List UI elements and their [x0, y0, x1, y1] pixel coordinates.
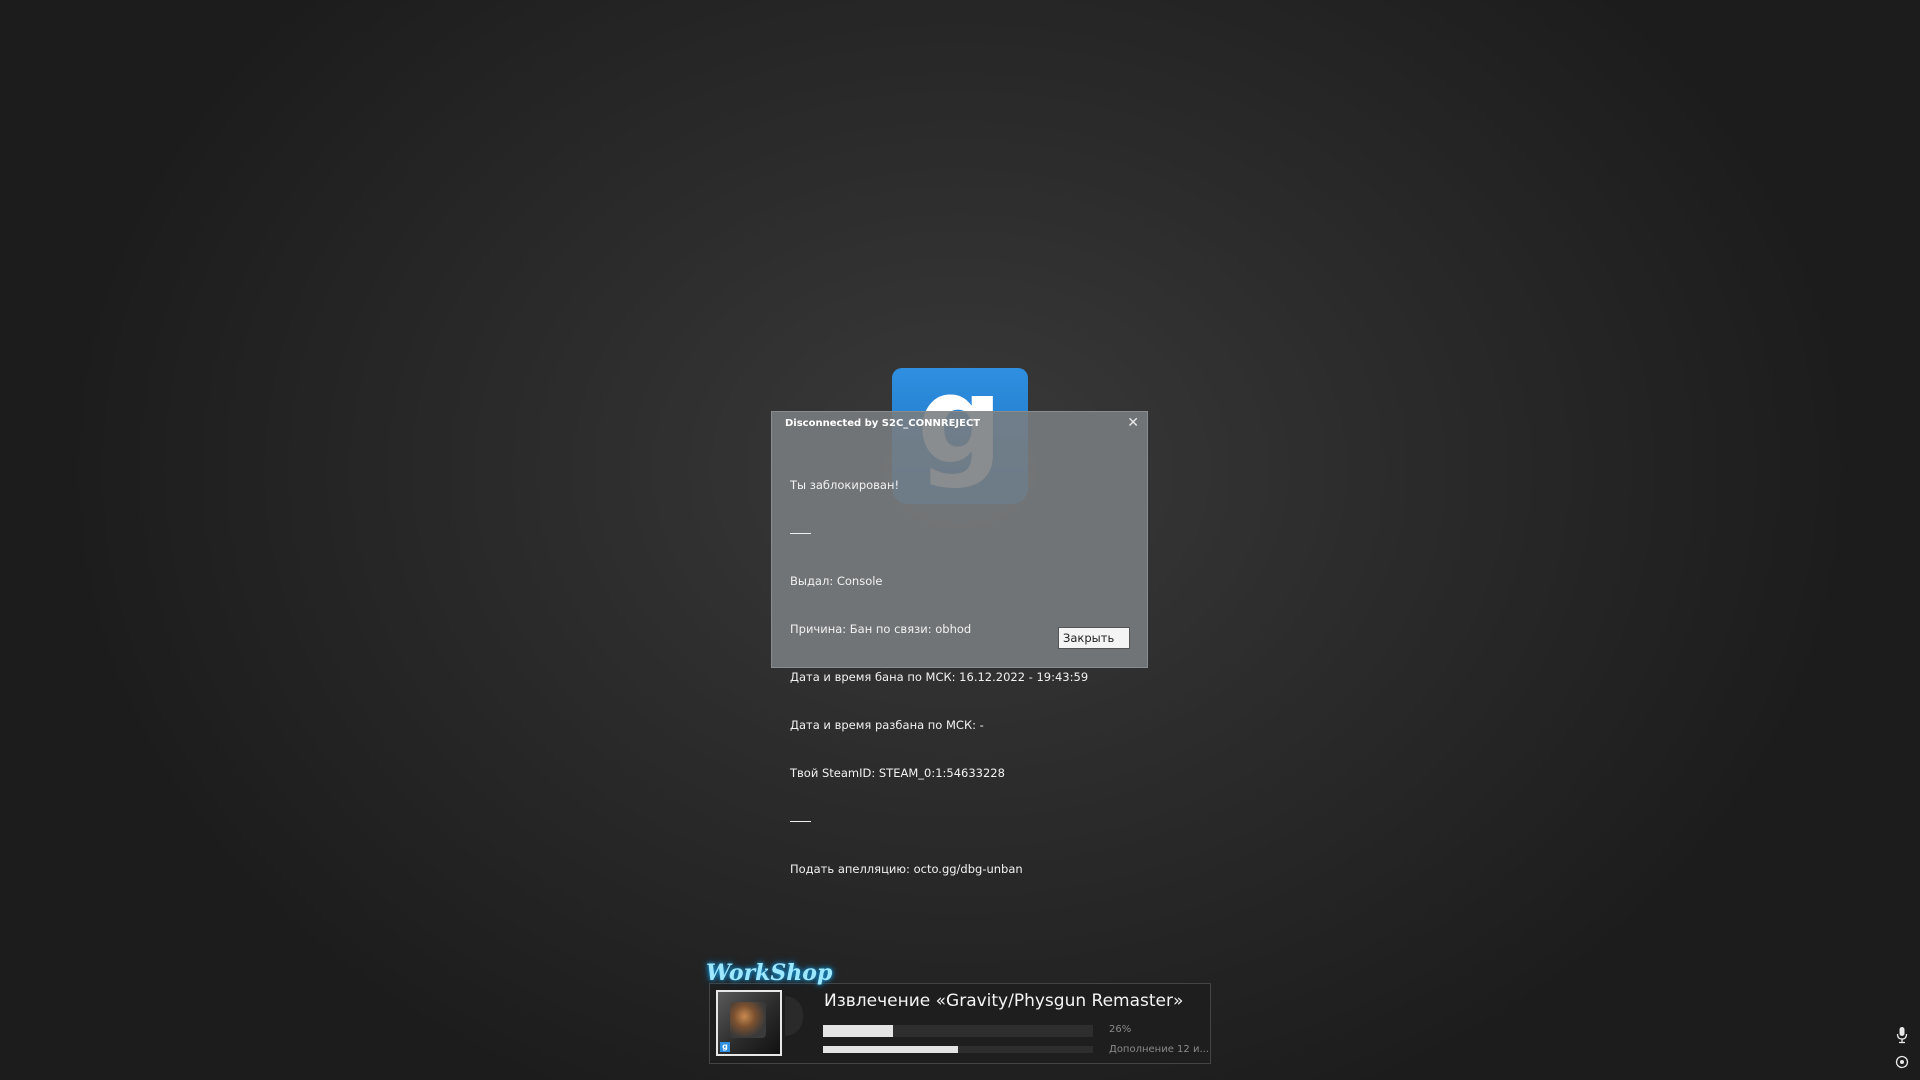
dialog-body: Ты заблокирован! Выдал: Console Причина:…: [790, 445, 1088, 909]
addon-thumbnail: g: [716, 990, 782, 1056]
gmod-badge-icon: g: [720, 1042, 730, 1052]
overall-progress-bar: [823, 1046, 1093, 1053]
banned-by: Выдал: Console: [790, 574, 883, 588]
unban-date: Дата и время разбана по МСК: -: [790, 718, 984, 732]
appeal-text: Подать апелляцию: octo.gg/dbg-unban: [790, 862, 1023, 876]
addon-count-status: Дополнение 12 и...: [1109, 1044, 1209, 1055]
download-title: Извлечение «Gravity/Physgun Remaster»: [824, 991, 1184, 1011]
progress-percent: 26%: [1109, 1024, 1132, 1035]
ban-reason: Причина: Бан по связи: obhod: [790, 622, 972, 636]
close-icon[interactable]: ✕: [1127, 415, 1139, 431]
addon-progress-fill: [823, 1025, 894, 1037]
dialog-title: Disconnected by S2C_CONNREJECT: [785, 418, 981, 429]
target-icon: [1895, 1055, 1909, 1069]
addon-image: [730, 1002, 766, 1038]
ban-date: Дата и время бана по МСК: 16.12.2022 - 1…: [790, 670, 1089, 684]
ban-heading: Ты заблокирован!: [790, 478, 900, 492]
overall-progress-fill: [823, 1046, 958, 1053]
separator: [790, 821, 811, 822]
disconnect-dialog: Disconnected by S2C_CONNREJECT ✕ Ты забл…: [771, 411, 1148, 876]
steam-id: Твой SteamID: STEAM_0:1:54633228: [790, 766, 1005, 780]
separator: [790, 533, 811, 534]
workshop-logo: WorkShop: [706, 960, 833, 986]
microphone-icon: [1896, 1027, 1908, 1044]
close-button[interactable]: Закрыть: [1058, 627, 1130, 649]
addon-progress-bar: [823, 1025, 1093, 1037]
